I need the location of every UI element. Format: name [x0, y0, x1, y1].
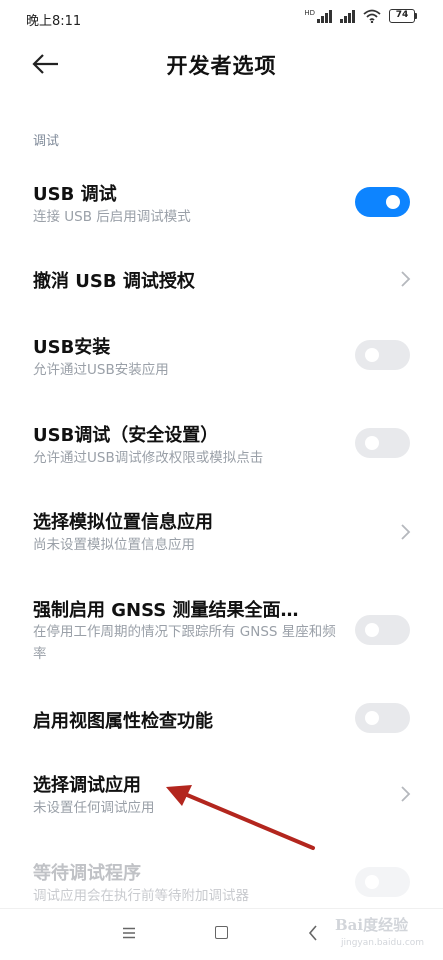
header: 开发者选项 — [0, 40, 443, 88]
status-icons: HD 74 — [304, 9, 417, 23]
setting-subtitle: 调试应用会在执行前等待附加调试器 — [33, 888, 249, 904]
usb-debugging-security-toggle[interactable] — [355, 428, 410, 458]
chevron-right-icon — [401, 271, 411, 287]
battery-level: 74 — [389, 9, 415, 23]
setting-title: USB安装 — [33, 337, 111, 358]
back-icon[interactable] — [308, 925, 318, 941]
setting-subtitle: 连接 USB 后启用调试模式 — [33, 209, 191, 225]
chevron-right-icon — [401, 786, 411, 802]
page-title: 开发者选项 — [166, 54, 277, 78]
chevron-right-icon — [401, 524, 411, 540]
baidu-watermark: Bai度经验 jingyan.baidu.com — [335, 912, 435, 952]
setting-subtitle: 允许通过USB调试修改权限或模拟点击 — [33, 450, 264, 466]
setting-usb-debugging[interactable]: USB 调试 连接 USB 后启用调试模式 — [0, 170, 443, 240]
setting-title: 选择模拟位置信息应用 — [33, 512, 213, 533]
section-label: 调试 — [33, 134, 60, 149]
setting-view-attribute-inspection[interactable]: 启用视图属性检查功能 — [0, 695, 443, 745]
setting-revoke-usb-auth[interactable]: 撤消 USB 调试授权 — [0, 255, 443, 305]
setting-title: 撤消 USB 调试授权 — [33, 271, 195, 292]
signal-icon — [340, 9, 355, 23]
setting-force-gnss[interactable]: 强制启用 GNSS 测量结果全面… 在停用工作周期的情况下跟踪所有 GNSS 星… — [0, 588, 443, 678]
setting-usb-install[interactable]: USB安装 允许通过USB安装应用 — [0, 325, 443, 395]
menu-icon[interactable] — [122, 927, 136, 939]
setting-wait-for-debugger: 等待调试程序 调试应用会在执行前等待附加调试器 — [0, 850, 443, 910]
status-time: 晚上8:11 — [26, 14, 82, 29]
setting-title: USB 调试 — [33, 184, 117, 205]
setting-subtitle: 尚未设置模拟位置信息应用 — [33, 537, 195, 553]
watermark-logo: Bai度经验 — [335, 916, 409, 934]
setting-select-debug-app[interactable]: 选择调试应用 未设置任何调试应用 — [0, 762, 443, 832]
setting-title: 选择调试应用 — [33, 775, 141, 796]
wait-for-debugger-toggle — [355, 867, 410, 897]
force-gnss-toggle[interactable] — [355, 615, 410, 645]
usb-debugging-toggle[interactable] — [355, 187, 410, 217]
setting-title: USB调试（安全设置） — [33, 425, 219, 446]
setting-subtitle: 在停用工作周期的情况下跟踪所有 GNSS 星座和频率 — [33, 624, 336, 662]
view-attribute-toggle[interactable] — [355, 703, 410, 733]
setting-title: 强制启用 GNSS 测量结果全面… — [33, 600, 299, 621]
battery-icon: 74 — [389, 9, 417, 23]
setting-title: 等待调试程序 — [33, 863, 141, 884]
setting-subtitle: 未设置任何调试应用 — [33, 800, 155, 816]
home-icon[interactable] — [215, 926, 228, 939]
wifi-icon — [363, 9, 381, 23]
hd-signal-icon: HD — [304, 9, 332, 23]
watermark-url: jingyan.baidu.com — [341, 938, 425, 948]
setting-subtitle: 允许通过USB安装应用 — [33, 362, 169, 378]
setting-title: 启用视图属性检查功能 — [33, 711, 213, 732]
setting-mock-location-app[interactable]: 选择模拟位置信息应用 尚未设置模拟位置信息应用 — [0, 500, 443, 570]
usb-install-toggle[interactable] — [355, 340, 410, 370]
setting-usb-debugging-security[interactable]: USB调试（安全设置） 允许通过USB调试修改权限或模拟点击 — [0, 413, 443, 483]
status-bar: 晚上8:11 HD 74 — [0, 0, 443, 36]
